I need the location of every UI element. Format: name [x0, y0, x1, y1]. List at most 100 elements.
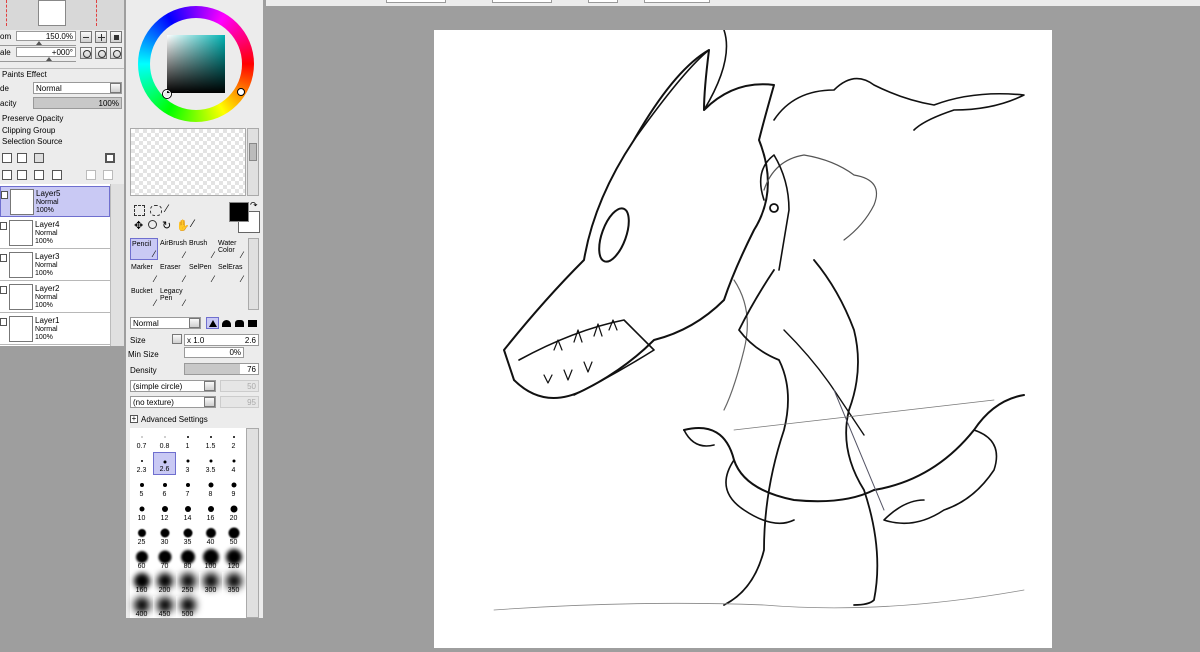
layer-mask-icon[interactable] [105, 153, 115, 163]
swatch-palette[interactable] [130, 128, 246, 196]
scroll-thumb[interactable] [249, 143, 257, 161]
rotate-right-button[interactable] [95, 47, 107, 59]
size-grid-scrollbar[interactable] [246, 428, 259, 618]
brush-size-cell[interactable]: 6 [153, 476, 176, 499]
tool-legacy-pen[interactable]: Legacy Pen ⁄ [159, 286, 187, 308]
eye-icon[interactable] [0, 318, 7, 326]
zoom-icon[interactable] [148, 220, 157, 229]
layer-opacity-bar[interactable]: 100% [33, 97, 122, 109]
layer-list-scrollbar[interactable] [110, 184, 124, 346]
layer-row[interactable]: Layer2 Normal 100% [0, 282, 110, 313]
folder-icon[interactable] [34, 153, 44, 163]
brush-size-cell[interactable]: 350 [222, 572, 245, 595]
brush-size-cell[interactable]: 200 [153, 572, 176, 595]
tool-airbrush[interactable]: AirBrush ⁄ [159, 238, 187, 260]
brush-size-cell[interactable]: 50 [222, 524, 245, 547]
brush-size-cell[interactable]: 25 [130, 524, 153, 547]
expand-plus-icon[interactable]: + [130, 415, 138, 423]
brush-size-cell[interactable]: 400 [130, 596, 153, 619]
transfer-down-icon[interactable] [2, 170, 12, 180]
brush-size-cell[interactable]: 500 [176, 596, 199, 619]
zoom-field[interactable]: 150.0% [16, 31, 76, 41]
layer-mode-select[interactable]: Normal [33, 82, 122, 94]
tip-flat-icon[interactable] [235, 320, 244, 327]
tool-pencil[interactable]: Pencil ⁄ [130, 238, 158, 260]
brush-size-cell[interactable]: 14 [176, 500, 199, 523]
brush-size-cell[interactable]: 30 [153, 524, 176, 547]
brush-size-cell[interactable]: 450 [153, 596, 176, 619]
move-icon[interactable]: ✥ [134, 219, 143, 232]
brush-size-cell[interactable]: 70 [153, 548, 176, 571]
brush-size-cell[interactable]: 0.8 [153, 428, 176, 451]
brush-blend-select[interactable]: Normal [130, 317, 201, 329]
eyedropper-icon[interactable]: ⁄ [192, 218, 194, 230]
brush-size-cell[interactable]: 160 [130, 572, 153, 595]
tool-marker[interactable]: Marker ⁄ [130, 262, 158, 284]
layer-row[interactable]: Layer4 Normal 100% [0, 218, 110, 249]
lasso-icon[interactable] [150, 205, 162, 216]
brush-size-cell[interactable]: 0.7 [130, 428, 153, 451]
magic-wand-icon[interactable]: ⁄ [166, 203, 168, 215]
hue-ring[interactable] [138, 6, 254, 122]
trash-icon[interactable] [52, 170, 62, 180]
brush-size-cell[interactable]: 100 [199, 548, 222, 571]
selection-source-checkbox[interactable]: Selection Source [2, 137, 62, 146]
brush-texture-select[interactable]: (no texture) [130, 396, 216, 408]
eye-icon[interactable] [0, 222, 7, 230]
tool-water-color[interactable]: Water Color ⁄ [217, 238, 245, 260]
angle-field[interactable]: +000° [16, 47, 76, 57]
zoom-out-button[interactable] [80, 31, 92, 43]
zoom-reset-button[interactable] [110, 31, 122, 43]
hand-icon[interactable]: ✋ [176, 219, 190, 232]
brush-size-cell[interactable]: 2 [222, 428, 245, 451]
rect-select-icon[interactable] [134, 205, 145, 216]
brush-size-cell[interactable]: 20 [222, 500, 245, 523]
clipping-group-checkbox[interactable]: Clipping Group [2, 126, 55, 135]
navigator-thumbnail[interactable] [38, 0, 66, 26]
toolbar-field-2[interactable] [492, 0, 552, 3]
rotate-reset-button[interactable] [110, 47, 122, 59]
tip-square-icon[interactable] [248, 320, 257, 327]
clear-layer-icon[interactable] [34, 170, 44, 180]
toolbar-field-1[interactable] [386, 0, 446, 3]
brush-size-cell[interactable]: 1.5 [199, 428, 222, 451]
brush-size-cell[interactable]: 60 [130, 548, 153, 571]
merge-down-icon[interactable] [17, 170, 27, 180]
brush-size-cell[interactable]: 12 [153, 500, 176, 523]
brush-size-cell[interactable]: 80 [176, 548, 199, 571]
brush-size-cell[interactable]: 10 [130, 500, 153, 523]
brush-size-cell[interactable]: 9 [222, 476, 245, 499]
brush-size-cell[interactable]: 2.3 [130, 452, 153, 475]
brush-size-cell[interactable]: 1 [176, 428, 199, 451]
size-field[interactable]: x 1.0 2.6 [184, 334, 259, 346]
tool-seleras[interactable]: SelEras ⁄ [217, 262, 245, 284]
layer-row[interactable]: Layer3 Normal 100% [0, 250, 110, 281]
rotate-icon[interactable]: ↻ [162, 219, 171, 232]
rotate-left-button[interactable] [80, 47, 92, 59]
brush-size-cell[interactable]: 7 [176, 476, 199, 499]
primary-color[interactable] [229, 202, 249, 222]
brush-shape-select[interactable]: (simple circle) [130, 380, 216, 392]
brush-size-cell[interactable]: 4 [222, 452, 245, 475]
new-set-icon[interactable] [17, 153, 27, 163]
layer-row[interactable]: Layer1 Normal 100% [0, 314, 110, 345]
brush-size-cell[interactable]: 5 [130, 476, 153, 499]
tip-sharp-button[interactable] [206, 317, 219, 329]
saturation-value-square[interactable] [167, 35, 225, 93]
tip-round-icon[interactable] [222, 320, 231, 327]
swatch-scrollbar[interactable] [247, 128, 259, 196]
size-multiplier-dropdown[interactable] [172, 334, 182, 344]
swap-colors-icon[interactable]: ↷ [250, 200, 258, 211]
brush-size-cell[interactable]: 120 [222, 548, 245, 571]
brush-size-cell[interactable]: 300 [199, 572, 222, 595]
brush-size-cell[interactable]: 250 [176, 572, 199, 595]
layer-row[interactable]: Layer5 Normal 100% [0, 186, 110, 217]
toolbar-field-4[interactable] [644, 0, 710, 3]
tool-grid-scrollbar[interactable] [248, 238, 259, 310]
eye-icon[interactable] [1, 191, 8, 199]
angle-slider[interactable] [0, 57, 76, 62]
tool-brush[interactable]: Brush ⁄ [188, 238, 216, 260]
brush-size-cell[interactable]: 35 [176, 524, 199, 547]
brush-size-cell[interactable]: 8 [199, 476, 222, 499]
tool-bucket[interactable]: Bucket ⁄ [130, 286, 158, 308]
